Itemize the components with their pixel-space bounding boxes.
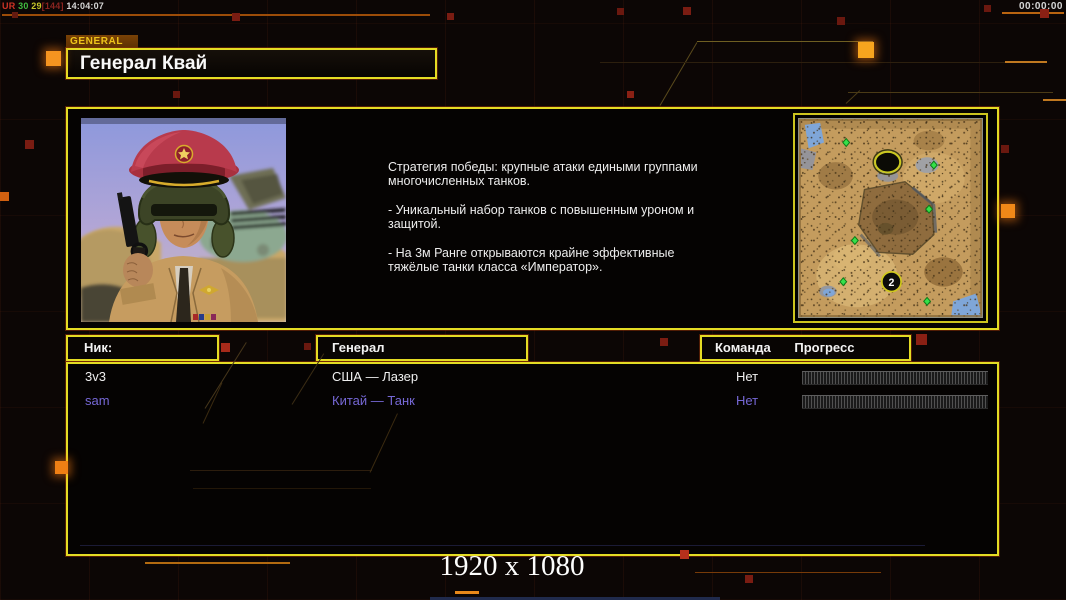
circuit-square — [0, 192, 9, 201]
circuit-square — [447, 13, 454, 20]
debug-time: 14:04:07 — [66, 1, 105, 11]
circuit-line — [600, 62, 1030, 63]
debug-bracket: [144] — [41, 1, 64, 11]
header-label: Генерал — [332, 340, 385, 355]
general-description: Стратегия победы: крупные атаки едиными … — [388, 160, 722, 289]
circuit-square — [46, 51, 61, 66]
circuit-square — [55, 461, 68, 474]
circuit-line — [1002, 12, 1064, 14]
circuit-line — [697, 41, 873, 42]
circuit-square — [858, 42, 874, 58]
circuit-square — [683, 7, 691, 15]
circuit-square — [660, 338, 668, 346]
column-header-team-progress: Команда Прогресс — [700, 335, 911, 361]
debug-ping: 29 — [31, 1, 42, 11]
circuit-square — [1001, 204, 1015, 218]
header-label: Ник: — [84, 340, 113, 355]
circuit-square — [232, 13, 240, 21]
circuit-line — [190, 470, 372, 471]
game-screen: UR 30 29[144] 14:04:07 00:00:00 GENERAL … — [0, 0, 1066, 600]
match-timer: 00:00:00 — [1018, 1, 1063, 12]
general-info-panel: Стратегия победы: крупные атаки едиными … — [66, 107, 999, 330]
player-nick: 3v3 — [85, 369, 106, 384]
progress-bar — [802, 371, 988, 385]
player-row-1: 3v3 США — Лазер Нет — [68, 366, 997, 390]
circuit-square — [12, 12, 18, 18]
circuit-square — [984, 5, 991, 12]
circuit-line — [659, 42, 698, 106]
circuit-line — [80, 545, 925, 546]
description-paragraph: - Уникальный набор танков с повышенным у… — [388, 203, 695, 231]
svg-text:2: 2 — [889, 277, 895, 289]
circuit-square — [173, 91, 180, 98]
circuit-square — [221, 343, 230, 352]
circuit-line — [848, 92, 1053, 93]
circuit-square — [627, 91, 634, 98]
column-header-general: Генерал — [316, 335, 528, 361]
circuit-line — [193, 488, 371, 489]
gentool-debug-info: UR 30 29[144] 14:04:07 — [2, 1, 104, 11]
circuit-square — [916, 334, 927, 345]
player-general: Китай — Танк — [332, 393, 415, 408]
circuit-square — [745, 575, 753, 583]
general-title-box: Генерал Квай — [66, 48, 437, 79]
player-general: США — Лазер — [332, 369, 419, 384]
player-team: Нет — [736, 369, 759, 384]
progress-bar — [802, 395, 988, 409]
debug-net: UR — [2, 1, 16, 11]
start-marker-2: 2 — [880, 271, 902, 293]
header-label-team: Команда — [715, 340, 771, 355]
circuit-square — [1001, 145, 1009, 153]
minimap: 2 — [793, 113, 988, 323]
circuit-square — [680, 550, 689, 559]
players-panel: 3v3 США — Лазер Нет sam Китай — Танк Нет — [66, 362, 999, 556]
debug-fps: 30 — [18, 1, 29, 11]
circuit-line — [1043, 99, 1066, 101]
resolution-watermark: 1920 x 1080 — [439, 550, 585, 582]
player-nick: sam — [85, 393, 110, 408]
circuit-square — [617, 8, 624, 15]
tab-general: GENERAL — [66, 35, 138, 49]
description-paragraph: Стратегия победы: крупные атаки едиными … — [388, 160, 698, 188]
circuit-line — [695, 572, 881, 573]
circuit-line — [2, 14, 430, 16]
circuit-square — [837, 17, 845, 25]
general-name: Генерал Квай — [80, 53, 208, 74]
description-paragraph: - На 3м Ранге открываются крайне эффекти… — [388, 246, 675, 274]
column-header-nick: Ник: — [66, 335, 219, 361]
circuit-line — [1005, 61, 1047, 63]
circuit-square — [304, 343, 311, 350]
circuit-square — [25, 140, 34, 149]
circuit-line — [145, 562, 290, 564]
header-label-progress: Прогресс — [794, 340, 855, 355]
minimap-image: 2 — [798, 118, 983, 318]
general-portrait-image — [67, 118, 287, 323]
player-team: Нет — [736, 393, 759, 408]
circuit-line — [455, 591, 479, 594]
